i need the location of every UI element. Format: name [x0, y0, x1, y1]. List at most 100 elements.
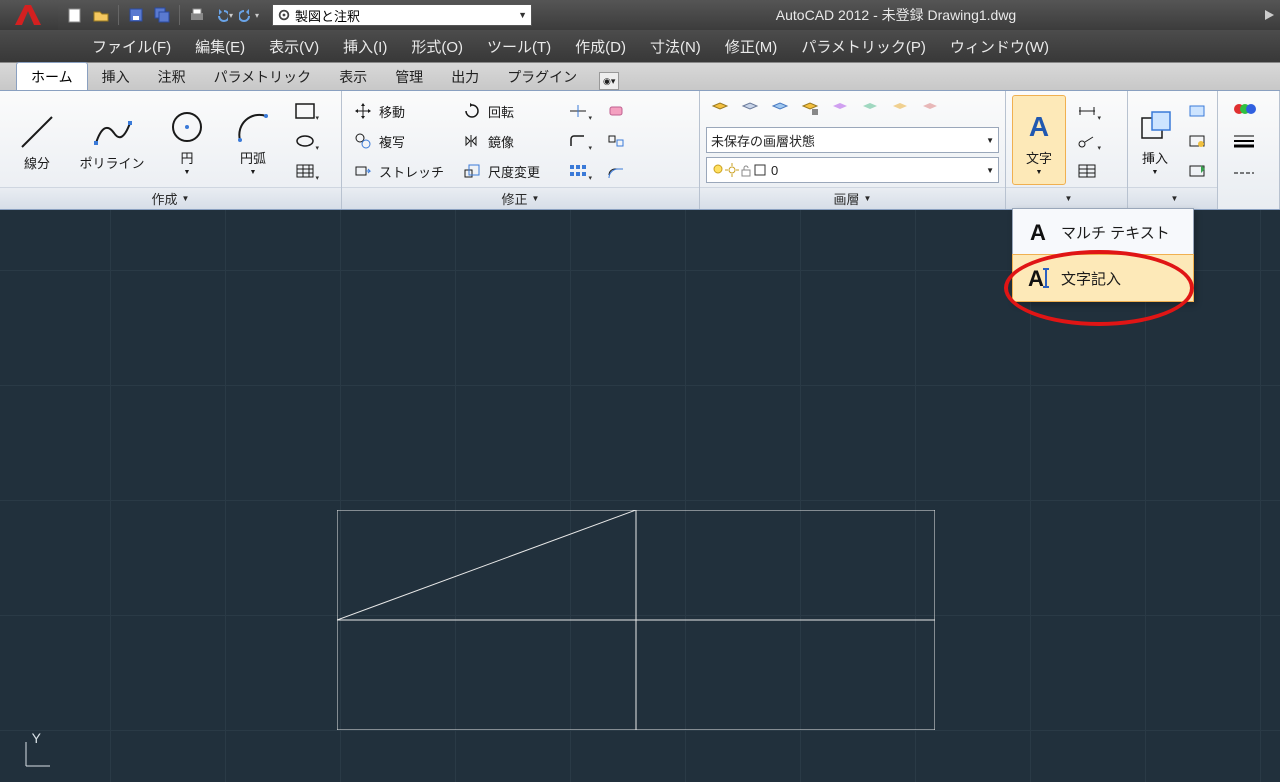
dtext-icon: A: [1023, 263, 1053, 293]
dimension-icon-button[interactable]: ▾: [1070, 97, 1104, 125]
stretch-button[interactable]: ストレッチ: [348, 157, 453, 185]
menu-param[interactable]: パラメトリック(P): [789, 32, 938, 61]
tab-view[interactable]: 表示: [325, 63, 381, 91]
line-button[interactable]: 線分: [6, 95, 68, 185]
color-icon-button[interactable]: [1224, 95, 1264, 123]
polyline-label: ポリライン: [79, 157, 144, 171]
panel-annot-title[interactable]: ▼: [1006, 187, 1127, 209]
layer-state-dropdown[interactable]: 未保存の画層状態 ▼: [706, 127, 999, 153]
panel-draw-title[interactable]: 作成▼: [0, 187, 341, 209]
layer-match-icon[interactable]: [856, 95, 884, 123]
trim-icon-button[interactable]: ▾: [561, 97, 595, 125]
erase-icon-button[interactable]: [599, 97, 633, 125]
layer-prev-icon[interactable]: [886, 95, 914, 123]
qat-saveas-icon[interactable]: [151, 4, 173, 26]
leader-icon-button[interactable]: ▾: [1070, 127, 1104, 155]
qat-redo-icon[interactable]: ▾: [238, 4, 260, 26]
tab-home[interactable]: ホーム: [16, 62, 88, 91]
dropdown-item-dtext[interactable]: A 文字記入: [1013, 255, 1193, 301]
layer-walk-icon[interactable]: [916, 95, 944, 123]
window-title: AutoCAD 2012 - 未登録 Drawing1.dwg: [532, 5, 1260, 25]
rotate-button[interactable]: 回転: [457, 97, 557, 125]
panel-modify: 移動 複写 ストレッチ 回転 鏡像 尺度変更 ▾ ▾ ▾ 修正▼: [342, 91, 700, 209]
quick-access-toolbar: ▾ ▾: [58, 4, 266, 26]
text-dropdown-menu: A マルチ テキスト A 文字記入: [1012, 208, 1194, 302]
layer-color-icon: [753, 163, 767, 177]
menu-edit[interactable]: 編集(E): [183, 32, 257, 61]
panel-properties: [1218, 91, 1280, 209]
array-icon-button[interactable]: ▾: [561, 157, 595, 185]
tab-parametric[interactable]: パラメトリック: [200, 63, 326, 91]
circle-icon: [167, 104, 207, 150]
text-button[interactable]: A 文字 ▼: [1012, 95, 1066, 185]
qat-print-icon[interactable]: [186, 4, 208, 26]
polyline-button[interactable]: ポリライン: [72, 95, 152, 185]
dropdown-item-mtext[interactable]: A マルチ テキスト: [1013, 209, 1193, 255]
block-attr-icon[interactable]: [1180, 157, 1214, 185]
menu-format[interactable]: 形式(O): [399, 32, 475, 61]
circle-label: 円: [180, 152, 193, 166]
rotate-icon: [462, 101, 482, 121]
fillet-icon-button[interactable]: ▾: [561, 127, 595, 155]
tab-manage[interactable]: 管理: [381, 63, 437, 91]
layer-freeze-icon[interactable]: [766, 95, 794, 123]
workspace-dropdown[interactable]: 製図と注釈 ▼: [272, 4, 532, 26]
app-menu-button[interactable]: [0, 0, 58, 30]
menu-draw[interactable]: 作成(D): [563, 32, 638, 61]
menu-insert[interactable]: 挿入(I): [331, 32, 399, 61]
menu-modify[interactable]: 修正(M): [713, 32, 790, 61]
move-button[interactable]: 移動: [348, 97, 453, 125]
ellipse-icon-button[interactable]: ▾: [288, 127, 322, 155]
layer-current-dropdown[interactable]: 0 ▼: [706, 157, 999, 183]
offset-icon-button[interactable]: [599, 157, 633, 185]
circle-button[interactable]: 円 ▼: [156, 95, 218, 185]
panel-modify-title[interactable]: 修正▼: [342, 187, 699, 209]
menu-view[interactable]: 表示(V): [257, 32, 331, 61]
arc-button[interactable]: 円弧 ▼: [222, 95, 284, 185]
menu-window[interactable]: ウィンドウ(W): [938, 32, 1061, 61]
menu-file[interactable]: ファイル(F): [80, 32, 183, 61]
mirror-button[interactable]: 鏡像: [457, 127, 557, 155]
sun-icon: [725, 163, 739, 177]
text-label: 文字: [1026, 152, 1052, 166]
hatch-icon-button[interactable]: ▾: [288, 157, 322, 185]
layer-off-icon[interactable]: [736, 95, 764, 123]
layer-lock-icon[interactable]: [796, 95, 824, 123]
menu-tools[interactable]: ツール(T): [475, 32, 563, 61]
title-help-icon[interactable]: [1260, 6, 1278, 24]
qat-new-icon[interactable]: [64, 4, 86, 26]
layer-iso-icon[interactable]: [826, 95, 854, 123]
qat-undo-icon[interactable]: ▾: [212, 4, 234, 26]
panel-block-title[interactable]: ▼: [1128, 187, 1217, 209]
lock-open-icon: [739, 163, 753, 177]
svg-text:A: A: [1028, 266, 1044, 291]
explode-icon-button[interactable]: [599, 127, 633, 155]
panel-annotation: A 文字 ▼ ▾ ▾ ▼: [1006, 91, 1128, 209]
qat-open-icon[interactable]: [90, 4, 112, 26]
table-icon-button[interactable]: [1070, 157, 1104, 185]
block-create-icon[interactable]: [1180, 97, 1214, 125]
rectangle-icon-button[interactable]: ▾: [288, 97, 322, 125]
tab-output[interactable]: 出力: [437, 63, 493, 91]
layer-props-icon[interactable]: [706, 95, 734, 123]
scale-button[interactable]: 尺度変更: [457, 157, 557, 185]
ribbon-focus-icon[interactable]: ◉▾: [599, 72, 619, 90]
panel-block: 挿入 ▼ ▼: [1128, 91, 1218, 209]
tab-annotate[interactable]: 注釈: [144, 63, 200, 91]
lineweight-icon-button[interactable]: [1224, 127, 1264, 155]
block-edit-icon[interactable]: [1180, 127, 1214, 155]
panel-layers: 未保存の画層状態 ▼ 0 ▼ 画層▼: [700, 91, 1006, 209]
ribbon-tab-strip: ホーム 挿入 注釈 パラメトリック 表示 管理 出力 プラグイン ◉▾: [0, 62, 1280, 90]
insert-button[interactable]: 挿入 ▼: [1134, 95, 1176, 185]
tab-insert[interactable]: 挿入: [88, 63, 144, 91]
menu-dim[interactable]: 寸法(N): [638, 32, 713, 61]
text-icon: A: [1019, 104, 1059, 150]
arc-label: 円弧: [240, 152, 266, 166]
panel-layers-title[interactable]: 画層▼: [700, 187, 1005, 209]
linetype-icon-button[interactable]: [1224, 159, 1264, 187]
insert-icon: [1135, 104, 1175, 150]
qat-save-icon[interactable]: [125, 4, 147, 26]
tab-plugin[interactable]: プラグイン: [493, 63, 591, 91]
copy-button[interactable]: 複写: [348, 127, 453, 155]
polyline-icon: [92, 109, 132, 155]
